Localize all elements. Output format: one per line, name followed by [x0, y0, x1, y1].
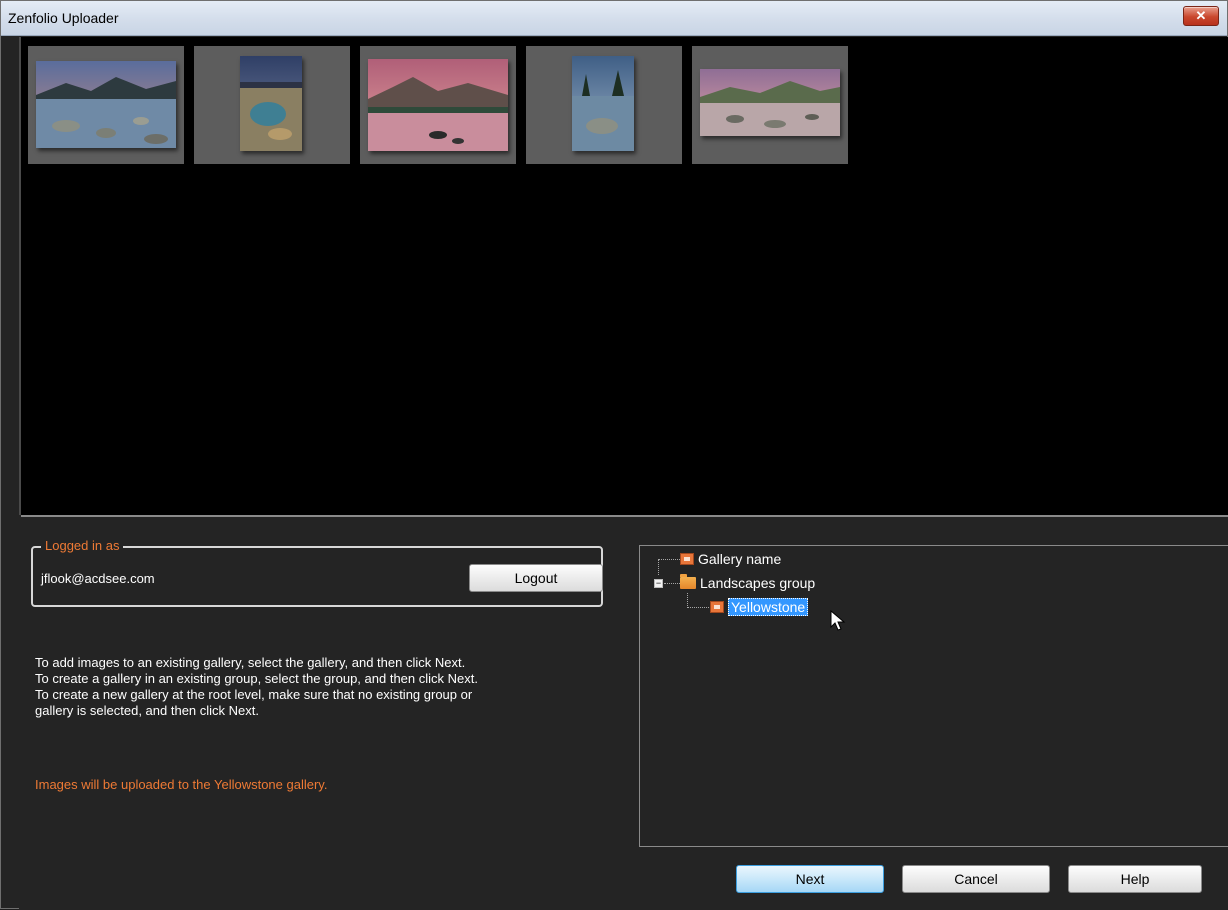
upload-status: Images will be uploaded to the Yellowsto…	[35, 777, 328, 792]
tree-connector	[658, 559, 680, 560]
instruction-line: To create a new gallery at the root leve…	[35, 687, 473, 702]
instruction-line: To create a gallery in an existing group…	[35, 671, 478, 686]
tree-item-label: Yellowstone	[728, 598, 809, 616]
thumbnail-tile[interactable]	[360, 46, 516, 164]
uploader-window: Zenfolio Uploader ✕ Logged in as jflook@…	[0, 0, 1228, 910]
thumbnail-image	[572, 56, 634, 151]
thumbnail-tile[interactable]	[28, 46, 184, 164]
instructions-text: To add images to an existing gallery, se…	[35, 655, 625, 719]
tree-connector	[687, 593, 688, 608]
login-group-label: Logged in as	[41, 538, 124, 553]
gallery-icon	[710, 601, 724, 613]
gallery-tree[interactable]: Gallery name − Landscapes group Yellowst…	[639, 545, 1228, 847]
thumbnail-image	[700, 69, 840, 136]
close-button[interactable]: ✕	[1183, 6, 1219, 26]
collapse-toggle[interactable]: −	[654, 579, 663, 588]
tree-item-label: Landscapes group	[700, 575, 816, 591]
thumbnail-area	[19, 37, 1228, 517]
tree-item-yellowstone[interactable]: Yellowstone	[710, 597, 809, 617]
tree-connector	[658, 559, 659, 575]
cancel-button[interactable]: Cancel	[902, 865, 1050, 893]
next-button[interactable]: Next	[736, 865, 884, 893]
instruction-line: gallery is selected, and then click Next…	[35, 703, 259, 718]
close-icon: ✕	[1195, 8, 1207, 23]
tree-item-gallery-name[interactable]: Gallery name	[680, 549, 781, 569]
logout-button[interactable]: Logout	[469, 564, 603, 592]
title-bar: Zenfolio Uploader ✕	[1, 1, 1227, 36]
thumbnail-tile[interactable]	[194, 46, 350, 164]
mouse-cursor-icon	[830, 610, 846, 631]
login-group: Logged in as jflook@acdsee.com Logout	[31, 538, 603, 607]
options-panel: Logged in as jflook@acdsee.com Logout To…	[19, 517, 1228, 910]
help-button[interactable]: Help	[1068, 865, 1202, 893]
tree-connector	[664, 583, 680, 584]
thumbnail-image	[36, 61, 176, 148]
folder-icon	[680, 574, 696, 589]
window-title: Zenfolio Uploader	[8, 10, 119, 26]
thumbnail-image	[240, 56, 302, 151]
user-email: jflook@acdsee.com	[41, 571, 155, 586]
tree-item-landscapes-group[interactable]: Landscapes group	[680, 573, 815, 593]
thumbnail-tile[interactable]	[526, 46, 682, 164]
tree-item-label: Gallery name	[698, 551, 782, 567]
thumbnail-image	[368, 59, 508, 151]
gallery-icon	[680, 553, 694, 565]
thumbnail-tile[interactable]	[692, 46, 848, 164]
instruction-line: To add images to an existing gallery, se…	[35, 655, 466, 670]
tree-connector	[687, 607, 709, 608]
